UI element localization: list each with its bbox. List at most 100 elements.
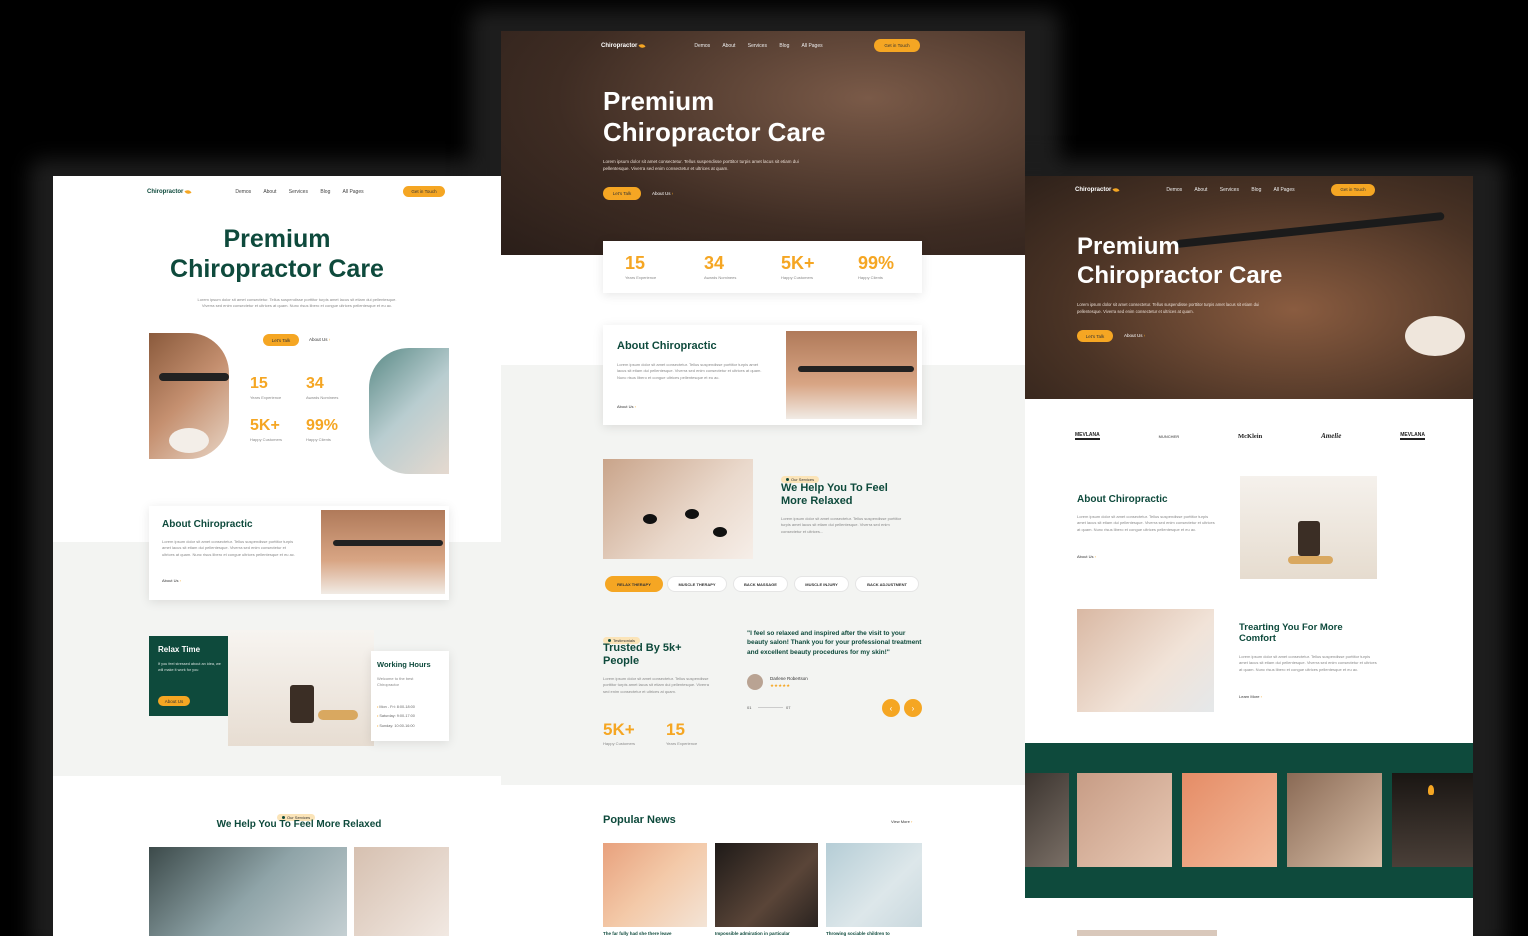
stat-label: Happy Customers: [781, 275, 814, 280]
about-us-link[interactable]: About Us ›: [1124, 333, 1145, 338]
next-arrow-icon[interactable]: ›: [904, 699, 922, 717]
rating-stars: ★★★★★: [770, 683, 791, 688]
stat-value: 5K+: [250, 417, 280, 434]
treating-body: Lorem ipsum dolor sit amet consectetur. …: [1239, 654, 1377, 672]
news-caption[interactable]: The far fully had she there leave: [603, 931, 672, 936]
hours-row: • Sunday: 10:00-16:00: [377, 723, 415, 728]
get-in-touch-button[interactable]: Get in Touch: [874, 39, 920, 52]
nav-link-all-pages[interactable]: All Pages: [802, 43, 823, 49]
lets-talk-button[interactable]: Let's Talk: [263, 334, 299, 346]
stat-label: Happy Customers: [250, 437, 283, 442]
relax-about-button[interactable]: About Us: [158, 696, 190, 706]
stat-value: 34: [306, 375, 324, 392]
right-nav-links: Demos About Services Blog All Pages: [1166, 187, 1305, 193]
leaf-icon: [1112, 186, 1120, 193]
massage-image: [369, 348, 449, 474]
about-body: Lorem ipsum dolor sit amet consectetur. …: [617, 362, 762, 380]
stat-value: 5K+: [603, 720, 635, 739]
nav-link-services[interactable]: Services: [748, 43, 767, 49]
tab-back-massage[interactable]: BACK MASSAGE: [733, 576, 788, 592]
center-hero-body: Lorem ipsum dolor sit amet consectetur. …: [603, 159, 799, 172]
right-navbar: Chiropractor Demos About Services Blog A…: [1075, 183, 1375, 196]
stat-label: Awards Nominees: [306, 395, 339, 400]
nav-link-services[interactable]: Services: [289, 189, 308, 195]
nav-link-demos[interactable]: Demos: [235, 189, 251, 195]
get-in-touch-button[interactable]: Get in Touch: [1331, 183, 1375, 196]
stat-label: Years Experience: [250, 395, 282, 400]
about-us-link[interactable]: About Us ›: [617, 404, 636, 409]
tab-back-adjustment[interactable]: BACK ADJUSTMENT: [855, 576, 919, 592]
about-us-link[interactable]: About Us ›: [309, 337, 330, 342]
tab-relax-therapy[interactable]: RELAX THERAPY: [605, 576, 663, 592]
nav-link-services[interactable]: Services: [1220, 187, 1239, 193]
nav-link-all-pages[interactable]: All Pages: [343, 189, 364, 195]
right-hero-body: Lorem ipsum dolor sit amet consectetur. …: [1077, 302, 1260, 314]
hours-list: • Mon - Fri: 8:00-18:00 • Saturday: 9:00…: [377, 703, 415, 731]
center-gray-band: [501, 365, 1025, 785]
news-image-3[interactable]: [826, 843, 922, 927]
about-us-link[interactable]: About Us ›: [652, 191, 673, 196]
center-hero-title: Premium Chiropractor Care: [603, 86, 826, 148]
gallery-image: [1182, 773, 1277, 867]
left-navbar: Chiropractor Demos About Services Blog A…: [147, 186, 447, 197]
avatar: [747, 674, 763, 690]
news-caption[interactable]: Throwing sociable children to: [826, 931, 890, 936]
about-body: Lorem ipsum dolor sit amet consectetur. …: [162, 539, 295, 557]
nav-link-about[interactable]: About: [722, 43, 735, 49]
left-page-preview: Chiropractor Demos About Services Blog A…: [53, 176, 501, 936]
gallery-band: [1025, 743, 1473, 898]
brand-logo: MEVLANA: [1400, 432, 1425, 440]
nav-link-about[interactable]: About: [263, 189, 276, 195]
learn-more-link[interactable]: Learn More ›: [1239, 694, 1262, 699]
left-logo[interactable]: Chiropractor: [147, 189, 192, 195]
treatment-image: [1077, 609, 1214, 712]
lets-talk-button[interactable]: Let's Talk: [1077, 330, 1113, 342]
nav-link-blog[interactable]: Blog: [320, 189, 330, 195]
left-hero-body: Lorem ipsum dolor sit amet consectetur. …: [197, 297, 397, 309]
about-title: About Chiropractic: [1077, 494, 1168, 505]
news-caption[interactable]: Impossible admiration in particular: [715, 931, 790, 936]
about-body: Lorem ipsum dolor sit amet consectetur. …: [1077, 514, 1215, 532]
about-stones-image: [321, 510, 445, 594]
gallery-image: [1077, 773, 1172, 867]
spa-decor-image: [228, 630, 374, 746]
nav-link-blog[interactable]: Blog: [1251, 187, 1261, 193]
services-image-2: [354, 847, 449, 936]
brand-logo: McKlein: [1238, 432, 1263, 440]
stat-value: 34: [704, 253, 725, 273]
relax-title: Relax Time: [158, 645, 201, 654]
arrow-right-icon: ›: [328, 337, 331, 342]
news-image-2[interactable]: [715, 843, 818, 927]
hours-row: • Saturday: 9:00-17:00: [377, 714, 415, 719]
view-more-link[interactable]: View More ›: [891, 819, 912, 824]
right-hero-title: Premium Chiropractor Care: [1077, 233, 1283, 289]
stones-row: [159, 373, 229, 381]
center-logo[interactable]: Chiropractor: [601, 43, 646, 49]
about-us-link[interactable]: About Us ›: [162, 578, 181, 583]
nav-link-demos[interactable]: Demos: [1166, 187, 1182, 193]
nav-link-about[interactable]: About: [1194, 187, 1207, 193]
nav-link-all-pages[interactable]: All Pages: [1274, 187, 1295, 193]
nav-link-blog[interactable]: Blog: [779, 43, 789, 49]
right-page-preview: Chiropractor Demos About Services Blog A…: [1025, 176, 1473, 936]
right-logo[interactable]: Chiropractor: [1075, 186, 1120, 193]
center-about-card: About Chiropractic Lorem ipsum dolor sit…: [603, 325, 922, 425]
get-in-touch-button[interactable]: Get in Touch: [403, 186, 445, 197]
prev-arrow-icon[interactable]: ‹: [882, 699, 900, 717]
tab-muscle-therapy[interactable]: MUSCLE THERAPY: [667, 576, 727, 592]
brand-logo: MEVLANA: [1075, 432, 1100, 440]
stat-label: Happy Clients: [858, 275, 883, 280]
news-image-1[interactable]: [603, 843, 707, 927]
nav-link-demos[interactable]: Demos: [694, 43, 710, 49]
lets-talk-button[interactable]: Let's Talk: [603, 187, 641, 200]
about-us-link[interactable]: About Us ›: [1077, 554, 1096, 559]
center-stats-card: 15 Years Experience 34 Awards Nominees 5K+…: [603, 241, 922, 293]
stones-therapy-image: [603, 459, 753, 559]
services-body: Lorem ipsum dolor sit amet consectetur. …: [781, 516, 902, 534]
stat-label: Years Experience: [666, 741, 698, 746]
pager-start: 01: [747, 705, 752, 710]
tab-muscle-injury[interactable]: MUSCLE INJURY: [794, 576, 849, 592]
news-title: Popular News: [603, 814, 676, 826]
left-nav-links: Demos About Services Blog All Pages: [235, 189, 374, 195]
about-title: About Chiropractic: [162, 519, 253, 530]
